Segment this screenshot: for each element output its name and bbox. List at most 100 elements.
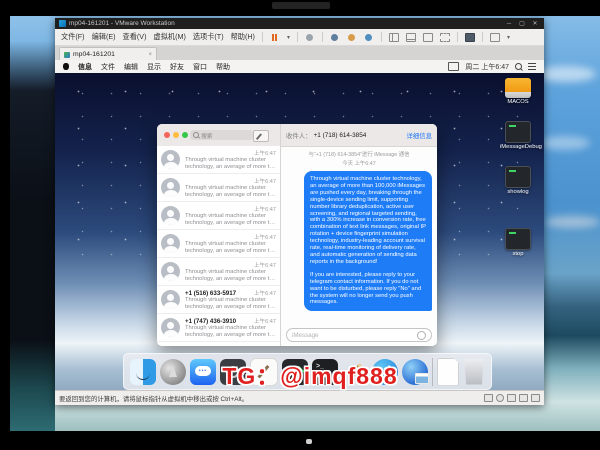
toolbar-separator [322,32,323,42]
recipient-number[interactable]: +1 (718) 614-3854 [314,132,367,139]
conversation-row[interactable]: 上午6:47 Through virtual machine cluster t… [157,146,280,174]
close-traffic-light[interactable] [164,132,170,138]
statusbar-message: 要返回到您的计算机，请将鼠标指针从虚拟机中移出或按 Ctrl+Alt。 [59,394,248,403]
terminal-app-icon [505,228,531,250]
cd-rom-icon[interactable] [496,394,504,402]
screen: mp04-161201 - VMware Workstation ─ ▢ ✕ 文… [0,0,600,450]
cloud [540,136,590,150]
desktop-icon-showlog[interactable]: showlog [500,166,536,195]
cloud [545,216,600,228]
messages-toolbar: 搜索 [157,124,280,147]
bubble-paragraph-2: If you are interested, please reply to y… [310,272,426,307]
conversation-row[interactable]: +1 (516) 633-5917上午6:47 Through virtual … [157,286,280,314]
compose-button[interactable] [253,130,269,142]
vmware-statusbar: 要返回到您的计算机，请将鼠标指针从虚拟机中移出或按 Ctrl+Alt。 [55,390,544,405]
maximize-button[interactable]: ▢ [517,20,527,27]
macos-desktop: MACOS iMessageDebug showlog stop [55,73,544,391]
show-thumbnail-bar-icon[interactable] [406,32,416,42]
power-dropdown-icon[interactable]: ▾ [287,34,290,41]
manage-snapshots-icon[interactable] [364,32,374,42]
network-adapter-icon[interactable] [507,394,516,402]
menu-file[interactable]: 文件(F) [61,32,85,42]
conversation-pane: 收件人： +1 (718) 614-3854 详细信息 与“+1 (718) 6… [281,124,437,346]
macos-menubar: 信息 文件 编辑 显示 好友 窗口 帮助 周二 上午6:47 [55,60,544,73]
desktop-icon-imessagedebug[interactable]: iMessageDebug [500,121,536,150]
search-placeholder: 搜索 [201,131,213,140]
usb-device-icon[interactable] [519,394,528,402]
menu-vm[interactable]: 虚拟机(M) [154,32,186,42]
conversation-row[interactable]: 上午6:47 Through virtual machine cluster t… [157,174,280,202]
messages-window: 搜索 上午6:47 Through virtual machine cluste… [157,124,437,346]
vmware-logo-icon [59,20,66,27]
minimize-button[interactable]: ─ [504,21,514,27]
message-input-placeholder: iMessage [292,332,318,339]
desktop-icon-stop[interactable]: stop [500,228,536,257]
toolbar-separator [457,32,458,42]
message-log-icon[interactable] [531,394,540,402]
close-button[interactable]: ✕ [530,20,540,27]
search-icon [193,132,199,138]
revert-snapshot-icon[interactable] [347,32,357,42]
fit-guest-display-icon[interactable] [490,32,500,42]
vmware-tabbar: mp04-161201 × [55,46,544,61]
menubar-edit[interactable]: 编辑 [124,62,138,72]
vmware-window-title: mp04-161201 - VMware Workstation [69,20,501,27]
apple-menu-icon[interactable] [63,63,69,70]
zoom-traffic-light[interactable] [182,132,188,138]
menubar-view[interactable]: 显示 [147,62,161,72]
pause-vm-icon[interactable] [270,32,280,42]
conversation-list: 上午6:47 Through virtual machine cluster t… [157,146,280,346]
menubar-clock[interactable]: 周二 上午6:47 [465,62,509,72]
input-source-icon[interactable] [448,62,459,71]
menubar-file[interactable]: 文件 [101,62,115,72]
message-input[interactable]: iMessage [286,328,432,342]
details-link[interactable]: 详细信息 [406,131,432,140]
tab-close-icon[interactable]: × [148,52,152,58]
watermark-text: TG：@imqf888 [150,357,470,391]
conversation-row[interactable]: 上午6:47 Through virtual machine cluster t… [157,258,280,286]
conversation-row[interactable]: 上午6:47 Through virtual machine cluster t… [157,202,280,230]
vmware-titlebar[interactable]: mp04-161201 - VMware Workstation ─ ▢ ✕ [55,18,544,29]
search-input[interactable]: 搜索 [190,130,253,140]
cloud [536,66,596,82]
bubble-paragraph-1: Through virtual machine cluster technolo… [310,176,426,266]
avatar [161,234,180,253]
emoji-icon[interactable] [417,331,426,340]
avatar [161,150,180,169]
notification-center-icon[interactable] [528,63,536,70]
avatar [161,290,180,309]
hard-disk-icon[interactable] [484,394,493,402]
menubar-app-name[interactable]: 信息 [78,62,92,72]
menu-tabs[interactable]: 选项卡(T) [193,32,224,42]
vmware-menubar: 文件(F) 编辑(E) 查看(V) 虚拟机(M) 选项卡(T) 帮助(H) ▾ [55,29,544,46]
vm-tab[interactable]: mp04-161201 × [59,47,157,61]
drive-icon [505,78,531,98]
menu-view[interactable]: 查看(V) [123,32,147,42]
console-view-icon[interactable] [465,32,475,42]
desktop-icon-macos[interactable]: MACOS [500,78,536,105]
show-library-icon[interactable] [389,32,399,42]
menu-edit[interactable]: 编辑(E) [92,32,116,42]
toolbar-separator [262,32,263,42]
vm-guest-screen: 信息 文件 编辑 显示 好友 窗口 帮助 周二 上午6:47 MACOS [55,60,544,391]
menubar-window[interactable]: 窗口 [193,62,207,72]
unity-mode-icon[interactable] [440,32,450,42]
conversation-row[interactable]: 上午6:47 Through virtual machine cluster t… [157,230,280,258]
avatar [161,206,180,225]
thread-date: 今天 上午6:47 [281,159,437,167]
send-ctrl-alt-del-icon[interactable] [305,32,315,42]
avatar [161,178,180,197]
spotlight-search-icon[interactable] [515,63,522,70]
minimize-traffic-light[interactable] [173,132,179,138]
avatar [161,262,180,281]
conversation-row[interactable]: +1 (747) 436-3910上午6:47 Through virtual … [157,314,280,342]
take-snapshot-icon[interactable] [330,32,340,42]
message-thread: 与“+1 (718) 614-3854”进行 iMessage 通信 今天 上午… [281,147,437,326]
fit-dropdown-icon[interactable]: ▾ [507,34,510,41]
enter-fullscreen-icon[interactable] [423,32,433,42]
to-label: 收件人： [286,131,312,140]
video-player-control[interactable] [306,439,312,444]
menubar-help[interactable]: 帮助 [216,62,230,72]
menubar-buddies[interactable]: 好友 [170,62,184,72]
menu-help[interactable]: 帮助(H) [231,32,255,42]
